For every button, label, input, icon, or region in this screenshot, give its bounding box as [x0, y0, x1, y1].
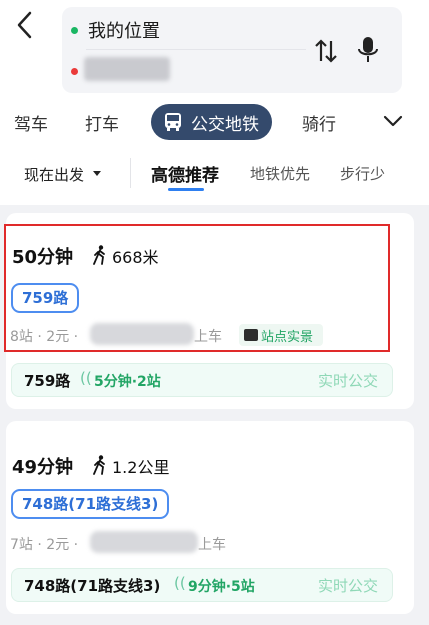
stop-count: 7站 [10, 537, 33, 553]
route-filter-bar: 现在出发 高德推荐 地铁优先 步行少 [0, 156, 429, 196]
board-label: 上车 [198, 537, 226, 553]
origin-field[interactable]: 我的位置 [88, 17, 160, 43]
origin-dot-icon [71, 27, 78, 34]
tab-subway-first[interactable]: 地铁优先 [250, 163, 310, 184]
divider [86, 49, 306, 50]
realtime-route: 748路(71路支线3) [24, 577, 161, 595]
realtime-eta: 9分钟·5站 [188, 579, 255, 595]
realtime-label: 实时公交 [317, 372, 378, 390]
swap-icon[interactable] [314, 37, 338, 65]
depart-time-select[interactable]: 现在出发 [24, 164, 84, 185]
realtime-bus-bar[interactable]: 748路(71路支线3) (( 9分钟·5站 实时公交 [11, 568, 393, 602]
boarding-stop-name [90, 531, 198, 553]
route-stops: 7站 · 2元 · [10, 537, 79, 553]
realtime-route: 759路 [24, 372, 71, 390]
tab-less-walking[interactable]: 步行少 [340, 163, 385, 184]
realtime-eta: 5分钟·2站 [94, 374, 161, 390]
active-tab-indicator [168, 188, 204, 191]
route-card[interactable]: 49分钟 1.2公里 748路(71路支线3) 7站 · 2元 · 上车 748… [6, 421, 414, 614]
walking-icon [93, 455, 105, 475]
tab-recommended[interactable]: 高德推荐 [151, 161, 219, 186]
caret-down-icon [93, 171, 101, 176]
realtime-label: 实时公交 [317, 577, 378, 595]
tab-drive[interactable]: 驾车 [14, 110, 48, 135]
tab-transit[interactable]: 公交地铁 [151, 104, 272, 140]
location-inputs: 我的位置 [62, 7, 402, 93]
bus-icon [165, 113, 181, 131]
destination-dot-icon [71, 68, 78, 75]
route-line-badge: 748路(71路支线3) [11, 489, 170, 519]
microphone-icon[interactable] [356, 35, 380, 67]
realtime-bus-bar[interactable]: 759路 (( 5分钟·2站 实时公交 [11, 363, 393, 397]
route-duration: 49分钟 [12, 457, 74, 478]
signal-wave-icon: (( [174, 574, 186, 592]
chevron-down-icon[interactable] [382, 110, 404, 132]
back-arrow-icon[interactable] [12, 8, 38, 42]
tab-transit-label: 公交地铁 [191, 115, 259, 135]
travel-mode-tabs: 驾车 打车 公交地铁 骑行 [0, 104, 429, 140]
walk-distance: 1.2公里 [112, 458, 170, 477]
route-header: 我的位置 驾车 打车 公交地铁 骑行 现在出发 高德推荐 地铁优先 步行少 [0, 0, 429, 205]
signal-wave-icon: (( [80, 369, 92, 387]
divider [130, 158, 131, 188]
destination-field[interactable] [84, 57, 170, 81]
highlight-box [4, 224, 390, 352]
tab-bike[interactable]: 骑行 [302, 110, 336, 135]
tab-taxi[interactable]: 打车 [85, 110, 119, 135]
fare: 2元 [46, 537, 70, 553]
